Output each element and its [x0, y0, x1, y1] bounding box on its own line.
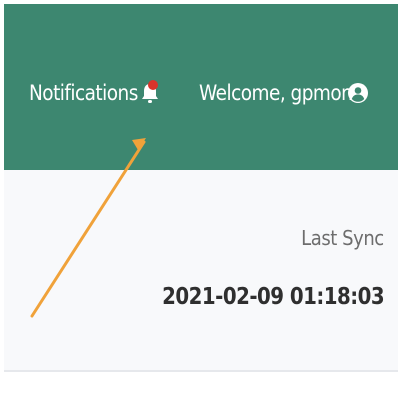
content-panel: Last Sync 2021-02-09 01:18:03 — [4, 170, 398, 370]
notifications-link[interactable]: Notifications — [29, 78, 158, 108]
bell-icon[interactable] — [139, 80, 161, 106]
user-circle-icon[interactable] — [347, 82, 369, 104]
section-divider — [4, 370, 398, 372]
screenshot-frame: Notifications Welcome, gpmon Last Sync 2… — [0, 0, 400, 398]
top-header: Notifications Welcome, gpmon — [4, 4, 398, 170]
notification-dot — [148, 80, 158, 90]
welcome-label: Welcome, gpmon — [199, 81, 353, 105]
user-menu[interactable]: Welcome, gpmon — [199, 78, 373, 108]
last-sync-label: Last Sync — [301, 226, 384, 250]
notifications-label: Notifications — [29, 81, 138, 105]
last-sync-timestamp: 2021-02-09 01:18:03 — [161, 284, 385, 310]
